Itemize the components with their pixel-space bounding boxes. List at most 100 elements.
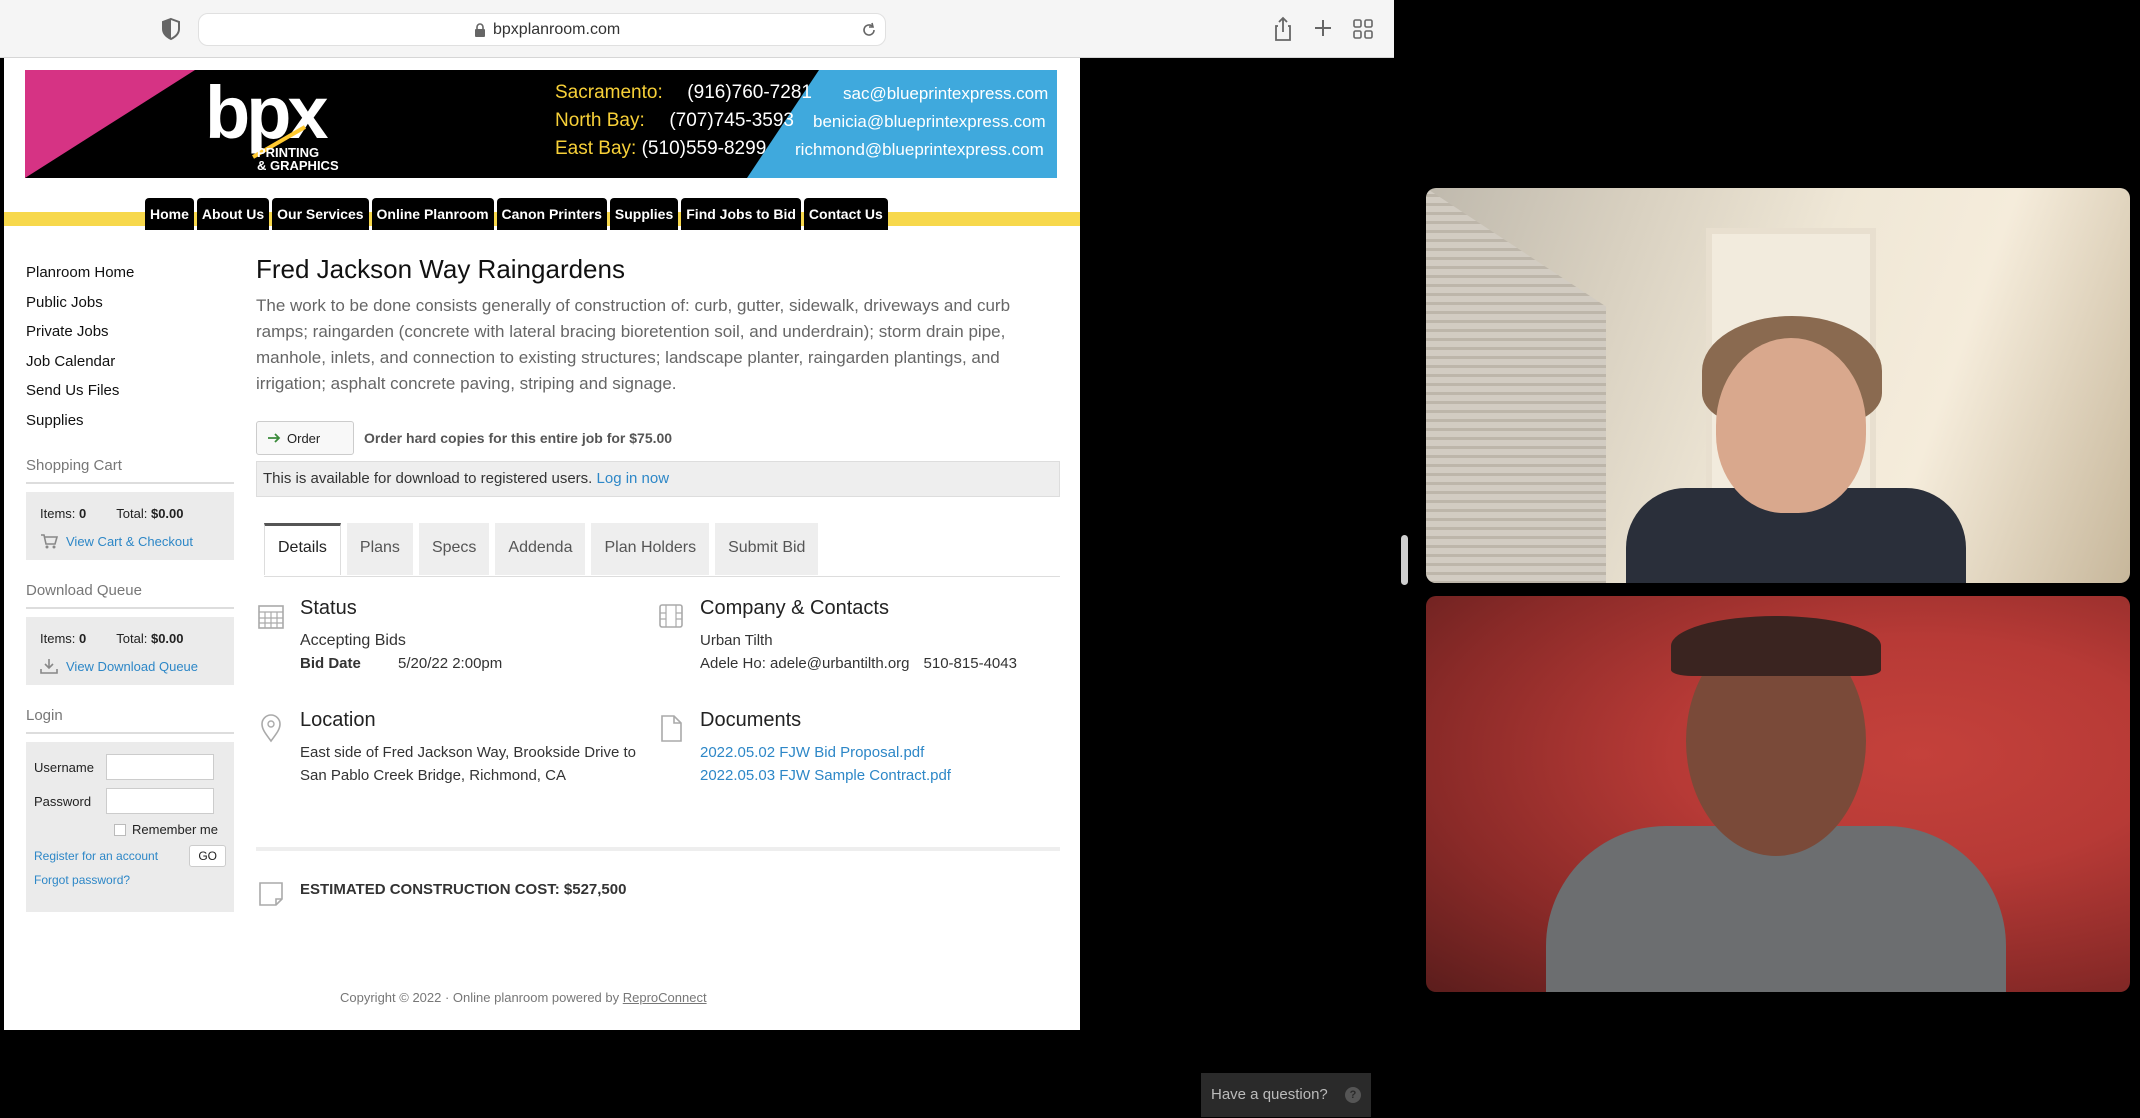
location-heading: Location [300, 709, 376, 731]
order-button[interactable]: Order [256, 421, 354, 455]
notice-text: This is available for download to regist… [263, 470, 593, 487]
username-input[interactable] [106, 754, 214, 780]
remember-checkbox[interactable] [114, 823, 126, 836]
document-link[interactable]: 2022.05.02 FJW Bid Proposal.pdf [700, 741, 951, 764]
nav-supplies[interactable]: Supplies [609, 198, 679, 230]
tab-submit-bid[interactable]: Submit Bid [715, 523, 819, 575]
logo-subtitle: PRINTING & GRAPHICS [257, 146, 339, 172]
tab-overview-icon[interactable] [1352, 18, 1374, 40]
banner-email[interactable]: sac@blueprintexpress.com [843, 84, 1048, 104]
documents-heading: Documents [700, 709, 802, 731]
order-label: Order [287, 430, 321, 446]
footer-text: Copyright © 2022 · Online planroom power… [340, 990, 620, 1005]
cart-items-value: 0 [79, 506, 87, 521]
tab-specs[interactable]: Specs [418, 523, 490, 575]
location-pin-icon [261, 714, 281, 743]
queue-total-label: Total: [116, 631, 148, 646]
reload-icon[interactable] [859, 20, 879, 40]
banner-email[interactable]: benicia@blueprintexpress.com [813, 112, 1046, 132]
nav-online-planroom[interactable]: Online Planroom [371, 198, 494, 230]
forgot-password-link[interactable]: Forgot password? [34, 873, 226, 887]
company-name: Urban Tilth [700, 632, 773, 649]
remember-me[interactable]: Remember me [114, 822, 226, 837]
panel-resize-handle[interactable] [1401, 535, 1408, 585]
login-now-link[interactable]: Log in now [597, 470, 670, 487]
remember-label: Remember me [132, 822, 218, 837]
username-label: Username [34, 759, 94, 775]
register-link[interactable]: Register for an account [34, 849, 158, 863]
banner-pink-shape [25, 70, 195, 178]
location-line2: San Pablo Creek Bridge, Richmond, CA [300, 767, 566, 784]
username-row: Username [34, 754, 226, 780]
reproconnect-link[interactable]: ReproConnect [623, 990, 707, 1005]
sidebar-public-jobs[interactable]: Public Jobs [26, 288, 234, 318]
banner-city: North Bay: [555, 110, 645, 131]
banner-email[interactable]: richmond@blueprintexpress.com [795, 140, 1044, 160]
document-link[interactable]: 2022.05.03 FJW Sample Contract.pdf [700, 764, 951, 787]
bid-date-row: Bid Date 5/20/22 2:00pm [300, 652, 502, 675]
company-icon [659, 604, 683, 628]
banner-phone: (707)745-3593 [669, 110, 794, 131]
view-queue-link[interactable]: View Download Queue [40, 658, 220, 674]
new-tab-icon[interactable] [1312, 17, 1334, 39]
view-queue-label: View Download Queue [66, 658, 199, 674]
order-row: Order Order hard copies for this entire … [256, 421, 1060, 455]
location-body: East side of Fred Jackson Way, Brookside… [300, 741, 636, 787]
queue-items-value: 0 [79, 631, 87, 646]
password-label: Password [34, 793, 92, 809]
share-icon[interactable] [1272, 16, 1294, 42]
sidebar-planroom-home[interactable]: Planroom Home [26, 258, 234, 288]
queue-items-label: Items: [40, 631, 76, 646]
documents-body: 2022.05.02 FJW Bid Proposal.pdf 2022.05.… [700, 741, 951, 787]
contact-phone: 510-815-4043 [923, 655, 1017, 672]
calendar-icon [258, 605, 284, 629]
banner-phone: (510)559-8299 [641, 138, 767, 159]
cart-total-value: $0.00 [150, 506, 184, 521]
tab-details[interactable]: Details [264, 523, 341, 575]
status-value: Accepting Bids [300, 632, 406, 649]
cart-total: Total: $0.00 [116, 506, 183, 521]
sidebar-private-jobs[interactable]: Private Jobs [26, 317, 234, 347]
participant-headband [1671, 616, 1881, 676]
arrow-right-icon [268, 433, 281, 443]
nav-home[interactable]: Home [145, 198, 194, 230]
document-icon [661, 715, 682, 742]
nav-contact-us[interactable]: Contact Us [803, 198, 888, 230]
video-tile-participant-2[interactable] [1426, 596, 2130, 992]
tab-addenda[interactable]: Addenda [495, 523, 586, 575]
banner-contact-row: North Bay: (707)745-3593 [555, 110, 794, 132]
password-input[interactable] [106, 788, 214, 814]
video-tile-participant-1[interactable] [1426, 188, 2130, 583]
bid-date-value: 5/20/22 2:00pm [398, 655, 503, 672]
divider [26, 482, 234, 484]
cart-total-label: Total: [116, 506, 148, 521]
note-icon [259, 882, 283, 906]
tab-plans[interactable]: Plans [346, 523, 413, 575]
nav-our-services[interactable]: Our Services [272, 198, 369, 230]
privacy-shield-icon[interactable] [160, 17, 182, 41]
help-widget[interactable]: Have a question? ? [1201, 1073, 1371, 1117]
logo[interactable]: bpx [205, 70, 329, 155]
cart-heading: Shopping Cart [26, 457, 122, 474]
view-cart-link[interactable]: View Cart & Checkout [40, 533, 220, 549]
cart-box: Items: 0 Total: $0.00 View Cart & Checko… [26, 492, 234, 560]
job-title: Fred Jackson Way Raingardens [256, 254, 625, 284]
company-heading: Company & Contacts [700, 597, 889, 619]
nav-canon-printers[interactable]: Canon Printers [496, 198, 607, 230]
address-bar[interactable]: bpxplanroom.com [198, 13, 886, 46]
lock-icon [475, 23, 485, 37]
tab-plan-holders[interactable]: Plan Holders [591, 523, 710, 575]
sidebar-send-files[interactable]: Send Us Files [26, 376, 234, 406]
nav-about-us[interactable]: About Us [196, 198, 270, 230]
go-button[interactable]: GO [189, 845, 226, 867]
status-body: Accepting Bids Bid Date 5/20/22 2:00pm [300, 629, 502, 675]
download-notice: This is available for download to regist… [256, 461, 1060, 497]
nav-find-jobs[interactable]: Find Jobs to Bid [681, 198, 801, 230]
participant-face [1716, 338, 1866, 513]
sidebar-job-calendar[interactable]: Job Calendar [26, 347, 234, 377]
order-description: Order hard copies for this entire job fo… [364, 430, 673, 446]
banner-city: East Bay: [555, 138, 637, 159]
help-icon: ? [1345, 1087, 1361, 1103]
sidebar-supplies[interactable]: Supplies [26, 406, 234, 436]
browser-toolbar: bpxplanroom.com [0, 0, 1394, 58]
